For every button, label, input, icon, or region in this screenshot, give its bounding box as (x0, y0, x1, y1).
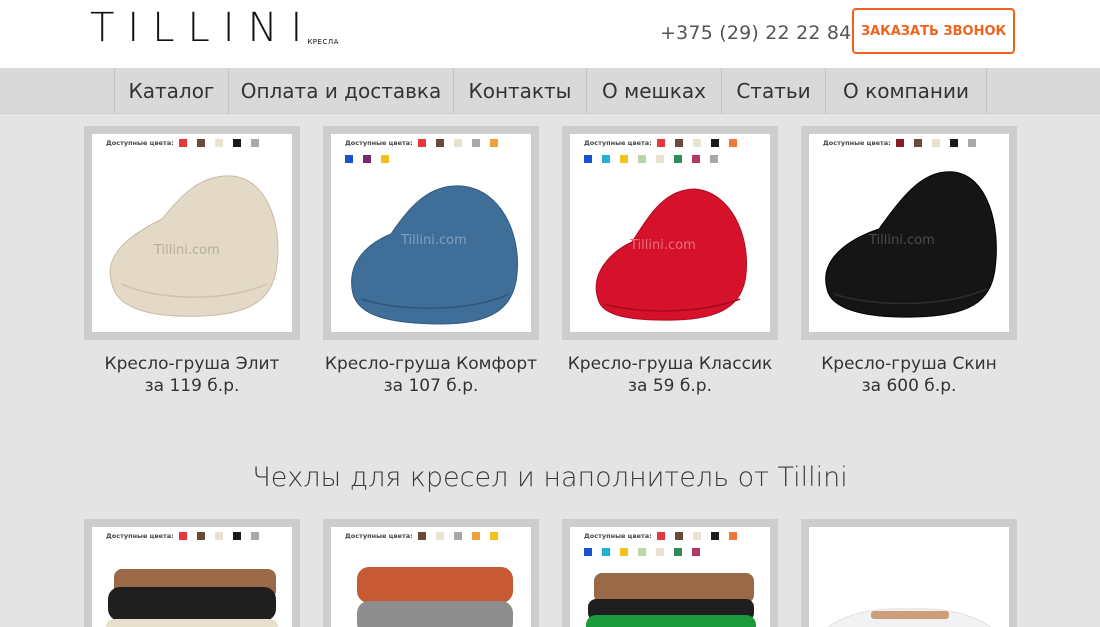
bean-bag-chair-image: Tillini.com (825, 171, 997, 318)
bean-bag-chair-image: Tillini.com (351, 185, 519, 325)
cover-image-frame: Доступные цвета: (323, 519, 539, 627)
cover-image-frame (801, 519, 1017, 627)
product-name[interactable]: Кресло-груша Комфорт (303, 354, 559, 374)
product-image[interactable]: Доступные цвета: Tillini.com (331, 134, 531, 332)
main-nav: Каталог Оплата и доставка Контакты О меш… (0, 68, 1100, 114)
product-image-frame: Доступные цвета: Tillini.com (323, 126, 539, 340)
cover-card[interactable]: Доступные цвета: (84, 519, 300, 627)
section-title: Чехлы для кресел и наполнитель от Tillin… (252, 462, 848, 493)
nav-item-contacts[interactable]: Контакты (454, 68, 587, 114)
watermark: Tillini.com (400, 233, 467, 248)
nav-item-articles[interactable]: Статьи (722, 68, 826, 114)
product-price: за 119 б.р. (144, 376, 240, 396)
folded-covers-image (586, 573, 756, 627)
watermark: Tillini.com (868, 233, 935, 248)
cover-image[interactable]: Доступные цвета: (331, 527, 531, 627)
product-image[interactable]: Доступные цвета: Tillini.com (570, 134, 770, 332)
folded-covers-image (357, 567, 513, 627)
product-price: за 107 б.р. (383, 376, 479, 396)
product-price: за 600 б.р. (861, 376, 957, 396)
filler-image (828, 608, 992, 627)
logo-subtitle: КРЕСЛА (307, 38, 339, 46)
nav-item-payment-delivery[interactable]: Оплата и доставка (229, 68, 454, 114)
product-image[interactable]: Доступные цвета: Tillini.com (809, 134, 1009, 332)
nav-item-about-company[interactable]: О компании (826, 68, 987, 114)
cover-image-frame: Доступные цвета: (84, 519, 300, 627)
cover-image-frame: Доступные цвета: (562, 519, 778, 627)
nav-item-about-bags[interactable]: О мешках (587, 68, 722, 114)
product-name[interactable]: Кресло-груша Скин (781, 354, 1037, 374)
product-price: за 59 б.р. (628, 376, 712, 396)
cover-card[interactable] (801, 519, 1017, 627)
phone-number[interactable]: +375 (29) 22 22 843 (660, 22, 864, 44)
call-back-button[interactable]: ЗАКАЗАТЬ ЗВОНОК (852, 8, 1015, 54)
nav-list: Каталог Оплата и доставка Контакты О меш… (114, 68, 987, 114)
watermark: Tillini.com (153, 243, 220, 258)
cover-card[interactable]: Доступные цвета: (562, 519, 778, 627)
cover-image[interactable]: Доступные цвета: (570, 527, 770, 627)
cover-card[interactable]: Доступные цвета: (323, 519, 539, 627)
bean-bag-chair-image: Tillini.com (595, 188, 748, 321)
folded-covers-image (106, 569, 278, 627)
watermark: Tillini.com (629, 238, 696, 253)
product-name[interactable]: Кресло-груша Классик (542, 354, 798, 374)
bean-bag-chair-image: Tillini.com (109, 175, 279, 317)
product-image-frame: Доступные цвета: Tillini.com (801, 126, 1017, 340)
product-image[interactable]: Доступные цвета: Tillini.com (92, 134, 292, 332)
logo[interactable]: TILLINI КРЕСЛА (90, 8, 339, 48)
cover-image[interactable]: Доступные цвета: (92, 527, 292, 627)
product-image-frame: Доступные цвета: Tillini.com (562, 126, 778, 340)
product-name[interactable]: Кресло-груша Элит (64, 354, 320, 374)
cover-image[interactable] (809, 527, 1009, 627)
logo-text: TILLINI (90, 5, 316, 51)
site-header: TILLINI КРЕСЛА +375 (29) 22 22 843 ЗАКАЗ… (0, 0, 1100, 68)
nav-item-catalog[interactable]: Каталог (115, 68, 229, 114)
product-image-frame: Доступные цвета: Tillini.com (84, 126, 300, 340)
